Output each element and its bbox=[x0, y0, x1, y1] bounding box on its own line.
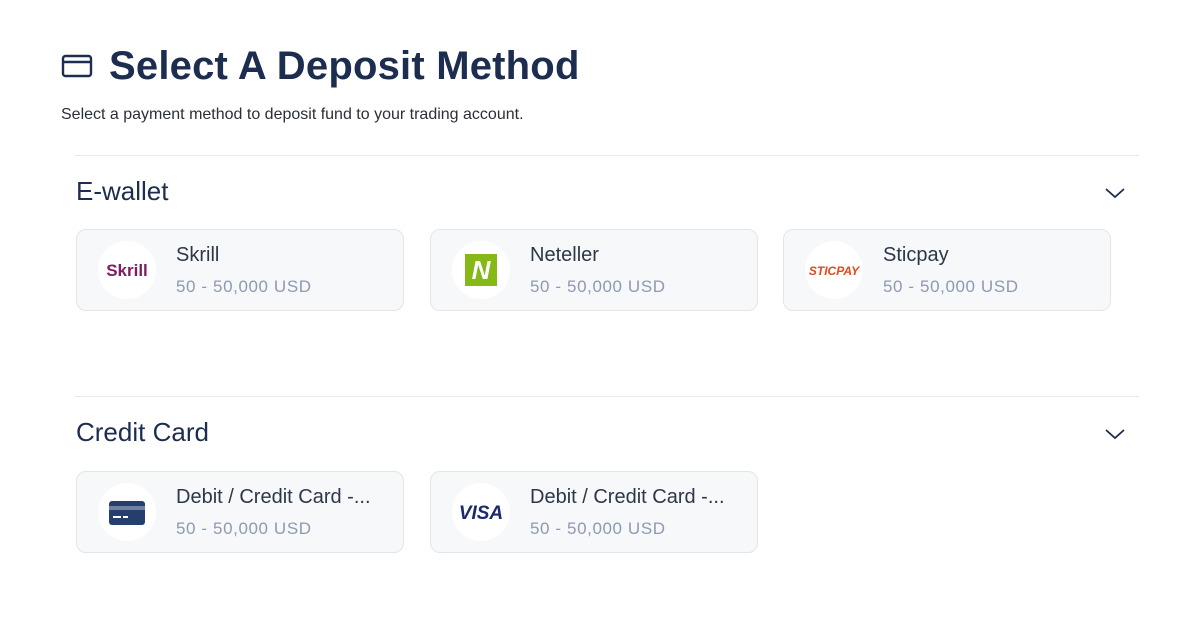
visa-logo: VISA bbox=[452, 483, 510, 541]
method-range: 50 - 50,000 USD bbox=[530, 277, 666, 296]
method-name: Debit / Credit Card -... bbox=[176, 486, 371, 508]
payment-method-sticpay[interactable]: STICPAY Sticpay 50 - 50,000 USD bbox=[783, 229, 1111, 311]
sticpay-logo: STICPAY bbox=[805, 241, 863, 299]
chevron-down-icon[interactable] bbox=[1102, 425, 1128, 443]
section-title-credit-card: Credit Card bbox=[76, 417, 209, 447]
payment-method-visa[interactable]: VISA Debit / Credit Card -... 50 - 50,00… bbox=[430, 471, 758, 553]
payment-method-debit-credit-card[interactable]: Debit / Credit Card -... 50 - 50,000 USD bbox=[76, 471, 404, 553]
method-range: 50 - 50,000 USD bbox=[883, 277, 1019, 296]
page-title: Select A Deposit Method bbox=[109, 44, 580, 88]
section-divider bbox=[75, 155, 1139, 156]
page-header: Select A Deposit Method bbox=[61, 40, 580, 92]
section-divider bbox=[75, 396, 1139, 397]
section-title-ewallet: E-wallet bbox=[76, 176, 169, 206]
neteller-logo: N bbox=[452, 241, 510, 299]
method-name: Sticpay bbox=[883, 244, 949, 266]
card-logo-icon bbox=[98, 483, 156, 541]
payment-method-neteller[interactable]: N Neteller 50 - 50,000 USD bbox=[430, 229, 758, 311]
chevron-down-icon[interactable] bbox=[1102, 184, 1128, 202]
svg-text:Skrill: Skrill bbox=[106, 261, 148, 280]
skrill-logo: Skrill bbox=[98, 241, 156, 299]
svg-text:STICPAY: STICPAY bbox=[809, 264, 860, 278]
page-subtitle: Select a payment method to deposit fund … bbox=[61, 106, 524, 123]
method-name: Neteller bbox=[530, 244, 599, 266]
method-range: 50 - 50,000 USD bbox=[176, 519, 312, 538]
svg-text:VISA: VISA bbox=[459, 503, 503, 524]
method-range: 50 - 50,000 USD bbox=[530, 519, 666, 538]
svg-text:N: N bbox=[472, 255, 492, 285]
method-name: Debit / Credit Card -... bbox=[530, 486, 725, 508]
payment-method-skrill[interactable]: Skrill Skrill 50 - 50,000 USD bbox=[76, 229, 404, 311]
credit-card-icon bbox=[61, 53, 93, 79]
method-name: Skrill bbox=[176, 244, 220, 266]
method-range: 50 - 50,000 USD bbox=[176, 277, 312, 296]
